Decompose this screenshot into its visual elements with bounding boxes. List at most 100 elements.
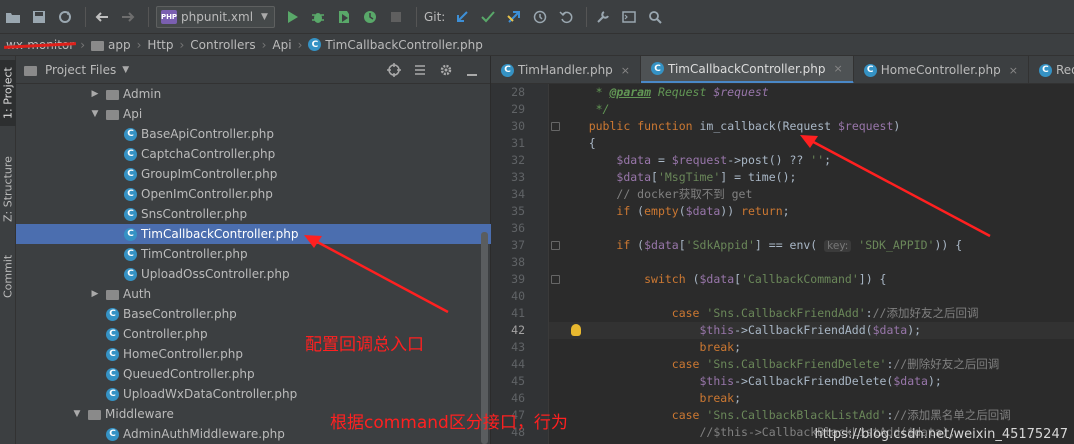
php-class-icon: C [106, 347, 119, 361]
project-panel-header: Project Files ▼ [16, 56, 490, 84]
save-icon[interactable] [28, 6, 50, 28]
tree-file[interactable]: C OpenImController.php [16, 184, 491, 204]
php-class-icon: C [124, 227, 137, 241]
breadcrumb-item[interactable]: app [91, 38, 131, 52]
tree-item-label: Api [123, 107, 143, 121]
editor-tab[interactable]: C HomeController.php × [854, 56, 1029, 83]
fold-icon[interactable] [551, 275, 560, 284]
tree-folder[interactable]: ▼ Api [16, 104, 491, 124]
close-icon[interactable]: × [621, 64, 630, 77]
hide-panel-icon[interactable] [462, 60, 482, 80]
tab-project[interactable]: 1: Project [0, 60, 16, 126]
collapse-all-icon[interactable] [410, 60, 430, 80]
editor-tab-label: RedisS [1055, 63, 1074, 77]
stop-icon[interactable] [385, 6, 407, 28]
php-class-icon: C [124, 187, 137, 201]
editor-tab[interactable]: CRedisS [1029, 56, 1074, 83]
line-number: 41 [511, 306, 525, 320]
fold-icon[interactable] [551, 241, 560, 250]
breadcrumb-separator: › [136, 37, 142, 52]
tab-structure[interactable]: Z: Structure [0, 148, 16, 230]
breadcrumb-item[interactable]: Api [272, 38, 291, 52]
chevron-right-icon[interactable]: ▶ [90, 289, 100, 299]
coverage-icon[interactable] [333, 6, 355, 28]
tree-file[interactable]: C BaseController.php [16, 304, 491, 324]
code-editor[interactable]: 28 * @param Request $request 29 */ 30 publ… [491, 84, 1074, 444]
line-number: 30 [511, 119, 525, 133]
tree-file[interactable]: C GroupImController.php [16, 164, 491, 184]
search-icon[interactable] [644, 6, 666, 28]
forward-icon[interactable] [117, 6, 139, 28]
php-class-icon: C [651, 62, 665, 75]
open-folder-icon[interactable] [2, 6, 24, 28]
line-number: 33 [511, 170, 525, 184]
tree-file[interactable]: C QueuedController.php [16, 364, 491, 384]
terminal-icon[interactable] [618, 6, 640, 28]
breadcrumb-label: app [108, 37, 131, 52]
rollback-icon[interactable] [555, 6, 577, 28]
folder-icon [106, 110, 119, 120]
editor-tabs: C TimHandler.php × C TimCallbackController.p… [491, 56, 1074, 84]
fold-icon[interactable] [551, 122, 560, 131]
project-panel: Project Files ▼ ▶ Admin ▼ Api C BaseApiContro… [16, 56, 491, 444]
tree-item-label: QueuedController.php [123, 367, 255, 381]
breadcrumb-root[interactable]: wx-monitor [6, 38, 74, 52]
tree-item-label: AdminAuthMiddleware.php [123, 427, 285, 441]
breadcrumb-separator: › [179, 37, 185, 52]
profile-icon[interactable] [359, 6, 381, 28]
tab-commit[interactable]: Commit [0, 246, 16, 306]
folder-icon [106, 290, 119, 300]
run-config-label: phpunit.xml [181, 9, 254, 24]
git-push-icon[interactable] [503, 6, 525, 28]
line-number: 43 [511, 340, 525, 354]
chevron-down-icon[interactable]: ▼ [90, 109, 100, 119]
git-update-icon[interactable] [451, 6, 473, 28]
php-class-icon: C [124, 267, 137, 281]
line-number: 45 [511, 374, 525, 388]
tree-folder[interactable]: ▶ Admin [16, 84, 491, 104]
code-line: break; [699, 340, 742, 354]
line-number: 32 [511, 153, 525, 167]
breadcrumb-item[interactable]: Controllers [190, 38, 255, 52]
line-number: 38 [511, 255, 525, 269]
history-icon[interactable] [529, 6, 551, 28]
main-toolbar: PHP phpunit.xml ▼ Git: [0, 0, 1074, 34]
line-number: 35 [511, 204, 525, 218]
run-icon[interactable] [281, 6, 303, 28]
tree-file[interactable]: C UploadOssController.php [16, 264, 491, 284]
chevron-down-icon[interactable]: ▼ [122, 65, 129, 75]
project-view-select[interactable]: Project Files [45, 63, 116, 77]
line-number: 34 [511, 187, 525, 201]
breadcrumb-label: Api [272, 37, 292, 52]
close-icon[interactable]: × [1009, 64, 1018, 77]
locate-icon[interactable] [384, 60, 404, 80]
php-class-icon: C [106, 327, 119, 341]
chevron-down-icon[interactable]: ▼ [72, 409, 82, 419]
chevron-right-icon[interactable]: ▶ [90, 89, 100, 99]
tree-file[interactable]: C TimCallbackController.php [16, 224, 491, 244]
back-icon[interactable] [91, 6, 113, 28]
gear-icon[interactable] [436, 60, 456, 80]
breadcrumb-item[interactable]: Http [147, 38, 173, 52]
close-icon[interactable]: × [834, 62, 843, 75]
breadcrumb-item[interactable]: C TimCallbackController.php [308, 38, 483, 52]
code-line: if (empty($data)) return; [616, 204, 790, 218]
run-configuration-select[interactable]: PHP phpunit.xml ▼ [156, 5, 275, 28]
settings-wrench-icon[interactable] [592, 6, 614, 28]
tree-file[interactable]: C UploadWxDataController.php [16, 384, 491, 404]
code-line: case 'Sns.CallbackBlackListAdd'://添加黑名单之… [671, 408, 1011, 422]
code-line: $data['MsgTime'] = time(); [616, 170, 797, 184]
git-commit-icon[interactable] [477, 6, 499, 28]
debug-icon[interactable] [307, 6, 329, 28]
sync-icon[interactable] [54, 6, 76, 28]
code-line: $data = $request->post() ?? ''; [616, 153, 832, 167]
tree-file[interactable]: C CaptchaController.php [16, 144, 491, 164]
line-number: 42 [511, 323, 525, 337]
tree-folder[interactable]: ▶ Auth [16, 284, 491, 304]
tree-file[interactable]: C TimController.php [16, 244, 491, 264]
tree-file[interactable]: C BaseApiController.php [16, 124, 491, 144]
editor-tab[interactable]: C TimHandler.php × [491, 56, 642, 83]
editor-tab[interactable]: C TimCallbackController.php × [641, 56, 854, 83]
tree-file[interactable]: C SnsController.php [16, 204, 491, 224]
line-number: 46 [511, 391, 525, 405]
